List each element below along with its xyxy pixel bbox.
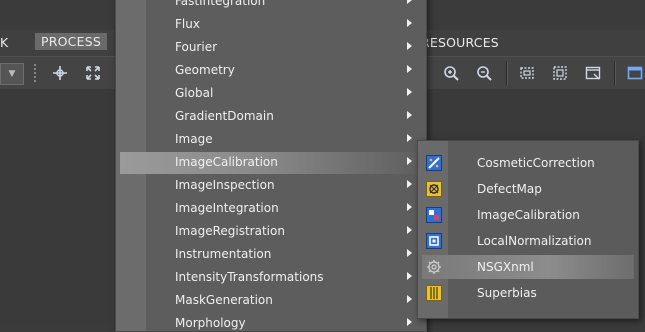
menu-workspace[interactable]: K [0,35,8,50]
process-menu: FastIntegration Flux Fourier Geometry Gl… [115,0,427,332]
submenu-arrow-icon [407,111,412,119]
select-rect-icon[interactable] [516,62,538,84]
new-window-icon[interactable] [624,62,645,84]
menu-item-label: IntensityTransformations [175,270,324,284]
menu-process[interactable]: PROCESS [35,33,107,50]
image-calibration-icon [426,207,442,223]
dropdown-arrow-icon[interactable]: ▼ [0,63,24,85]
submenu-item-localnormalization[interactable]: LocalNormalization [418,229,638,253]
menu-item-flux[interactable]: Flux [116,14,426,36]
zoom-out-icon[interactable] [473,62,495,84]
submenu-arrow-icon [407,157,412,165]
toolbar-grip[interactable] [33,63,37,83]
submenu-item-defectmap[interactable]: DefectMap [418,177,638,201]
menu-item-intensitytransformations[interactable]: IntensityTransformations [116,267,426,289]
submenu-item-label: LocalNormalization [477,234,592,248]
local-normalization-icon [426,233,442,249]
submenu-arrow-icon [407,19,412,27]
menu-item-label: Flux [175,17,200,31]
submenu-arrow-icon [407,134,412,142]
menu-item-label: ImageIntegration [175,201,279,215]
submenu-arrow-icon [407,65,412,73]
submenu-item-label: NSGXnml [477,260,534,274]
submenu-arrow-icon [407,203,412,211]
menu-item-fastintegration[interactable]: FastIntegration [116,0,426,13]
submenu-arrow-icon [407,295,412,303]
menu-item-imagecalibration[interactable]: ImageCalibration [120,152,426,174]
menu-item-label: ImageRegistration [175,224,285,238]
menu-item-geometry[interactable]: Geometry [116,60,426,82]
submenu-arrow-icon [407,249,412,257]
select-all-icon[interactable] [549,62,571,84]
menu-item-image[interactable]: Image [116,129,426,151]
toolbar-separator [506,61,508,85]
submenu-arrow-icon [407,272,412,280]
fit-view-icon[interactable] [82,62,104,84]
toolbar-separator [614,61,616,85]
submenu-item-superbias[interactable]: Superbias [418,281,638,305]
imagecalibration-submenu: CosmeticCorrection DefectMap ImageCalibr… [417,140,639,319]
submenu-item-label: CosmeticCorrection [477,156,595,170]
submenu-item-label: ImageCalibration [477,208,580,222]
submenu-item-label: Superbias [477,286,537,300]
submenu-arrow-icon [407,318,412,326]
menu-item-label: Instrumentation [175,247,272,261]
menu-item-label: Geometry [175,63,235,77]
submenu-item-nsgxnml[interactable]: NSGXnml [422,255,634,279]
menu-item-fourier[interactable]: Fourier [116,37,426,59]
menu-item-instrumentation[interactable]: Instrumentation [116,244,426,266]
submenu-arrow-icon [407,226,412,234]
menu-item-label: FastIntegration [175,0,266,8]
menu-item-gradientdomain[interactable]: GradientDomain [116,106,426,128]
menu-item-label: Image [175,132,213,146]
menu-item-label: Global [175,86,214,100]
submenu-item-label: DefectMap [477,182,542,196]
menu-item-label: ImageInspection [175,178,275,192]
submenu-arrow-icon [407,42,412,50]
menu-item-global[interactable]: Global [116,83,426,105]
menu-resources[interactable]: RESOURCES [421,35,499,50]
menu-item-maskgeneration[interactable]: MaskGeneration [116,290,426,312]
menu-item-imageintegration[interactable]: ImageIntegration [116,198,426,220]
menu-item-imageregistration[interactable]: ImageRegistration [116,221,426,243]
gear-icon [426,259,442,275]
menu-item-label: ImageCalibration [175,155,278,169]
cosmetic-correction-icon [426,155,442,171]
submenu-arrow-icon [407,180,412,188]
defect-map-icon [426,181,442,197]
menu-item-label: Fourier [175,40,218,54]
submenu-item-imagecalibration[interactable]: ImageCalibration [418,203,638,227]
window-icon[interactable] [582,62,604,84]
submenu-arrow-icon [407,0,412,4]
menu-item-label: GradientDomain [175,109,274,123]
menu-item-imageinspection[interactable]: ImageInspection [116,175,426,197]
menu-item-label: MaskGeneration [175,293,273,307]
submenu-arrow-icon [407,88,412,96]
submenu-item-cosmeticcorrection[interactable]: CosmeticCorrection [418,151,638,175]
zoom-in-icon[interactable] [440,62,462,84]
superbias-icon [426,285,442,301]
crosshair-icon[interactable] [49,62,71,84]
menu-item-label: Morphology [175,316,246,330]
